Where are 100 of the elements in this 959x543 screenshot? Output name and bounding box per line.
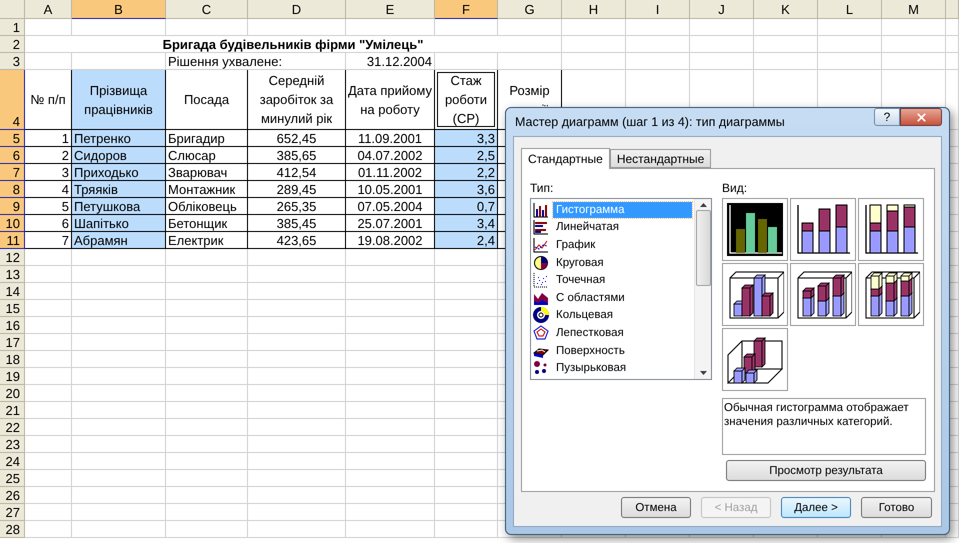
row-header[interactable]: 4 [0,70,25,130]
bar-chart-icon [533,219,549,236]
row-header[interactable]: 20 [0,385,25,402]
chart-type-option[interactable]: С областями [553,290,692,306]
column-heading: № п/п [25,70,72,130]
table-cell: 3,3 [435,130,498,147]
table-cell: Петушкова [72,198,166,215]
chart-subtype-option[interactable] [858,198,924,261]
row-header[interactable]: 26 [0,487,25,504]
column-header[interactable]: K [754,0,818,19]
table-cell: 385,65 [248,147,346,164]
column-header[interactable]: G [498,0,562,19]
row-header[interactable]: 1 [0,19,25,36]
close-button[interactable] [900,108,942,126]
row-header[interactable]: 28 [0,521,25,538]
row-header[interactable]: 18 [0,351,25,368]
table-cell: Шапітько [72,215,166,232]
row-header[interactable]: 5 [0,130,25,147]
decision-label: Рішення ухвалене: [166,53,346,70]
row-header[interactable]: 14 [0,283,25,300]
view-label: Вид: [722,181,748,195]
chart-type-option[interactable]: График [553,236,692,253]
table-cell: 2 [25,147,72,164]
table-cell: 5 [25,198,72,215]
chart-subtype-option[interactable] [790,198,856,261]
type-label: Тип: [530,181,554,195]
dialog-button[interactable]: Готово [861,497,932,518]
chart-subtype-option[interactable] [722,263,788,326]
column-header[interactable]: A [25,0,72,19]
row-header[interactable]: 23 [0,436,25,453]
chart-subtype-option[interactable] [722,328,788,391]
scrollbar[interactable] [694,199,711,379]
column-header[interactable]: L [818,0,882,19]
row-header[interactable]: 6 [0,147,25,164]
scatter-chart-icon [533,272,549,288]
chart-type-option[interactable]: Поверхность [553,342,692,359]
row-header[interactable]: 16 [0,317,25,334]
scroll-down-icon[interactable] [700,371,706,375]
row-header[interactable]: 27 [0,504,25,521]
row-header[interactable]: 7 [0,164,25,181]
column-header[interactable]: E [346,0,435,19]
column-header[interactable]: D [248,0,346,19]
row-header[interactable]: 11 [0,232,25,249]
table-cell: 07.05.2004 [346,198,435,215]
help-button[interactable]: ? [874,108,900,126]
chart-type-option[interactable]: Кольцевая [553,307,692,324]
row-header[interactable]: 25 [0,470,25,487]
preview-button[interactable]: Просмотр результата [726,460,926,481]
row-header[interactable]: 15 [0,300,25,317]
chart-type-option[interactable]: Лепестковая [553,324,692,341]
row-header[interactable]: 10 [0,215,25,232]
row-header[interactable]: 21 [0,402,25,419]
row-header[interactable]: 24 [0,453,25,470]
chart-type-option[interactable]: Линейчатая [553,219,692,236]
chart-subtype-option[interactable] [858,263,924,326]
table-cell: 04.07.2002 [346,147,435,164]
row-header[interactable]: 12 [0,249,25,266]
column-header[interactable]: I [626,0,690,19]
chart-subtype-option[interactable] [790,263,856,326]
column-header[interactable]: J [690,0,754,19]
column-chart-icon [533,202,549,218]
column-header[interactable]: M [882,0,946,19]
chart-type-option[interactable]: Точечная [553,272,692,288]
table-cell: 10.05.2001 [346,181,435,198]
dialog-button[interactable]: Отмена [621,497,691,518]
chart-type-option[interactable]: Пузырьковая [553,360,692,376]
bubble-chart-icon [533,360,549,376]
tab[interactable]: Нестандартные [610,149,712,168]
scroll-up-icon[interactable] [700,203,706,207]
table-cell: Сидоров [72,147,166,164]
table-cell: 25.07.2001 [346,215,435,232]
row-header[interactable]: 8 [0,181,25,198]
row-header[interactable]: 13 [0,266,25,283]
scroll-thumb[interactable] [696,210,710,286]
table-cell: 2,2 [435,164,498,181]
table-cell: Абрамян [72,232,166,249]
table-cell: 6 [25,215,72,232]
column-header[interactable]: B [72,0,166,19]
table-cell: 3,4 [435,215,498,232]
column-header[interactable]: H [562,0,626,19]
row-header[interactable]: 22 [0,419,25,436]
table-cell: Бригадир [166,130,248,147]
table-cell: Монтажник [166,181,248,198]
table-cell: 01.11.2002 [346,164,435,181]
description-text: Обычная гистограмма отображает значения различных категорий. [722,398,926,455]
table-cell: 385,45 [248,215,346,232]
tab[interactable]: Стандартные [521,148,610,169]
pie-chart-icon [533,254,549,271]
row-header[interactable]: 19 [0,368,25,385]
row-header[interactable]: 3 [0,53,25,70]
row-header[interactable]: 17 [0,334,25,351]
dialog-button[interactable]: Далее > [781,497,851,518]
chart-type-option[interactable]: Круговая [553,254,692,271]
table-cell: Приходько [72,164,166,181]
column-header[interactable]: F [435,0,498,19]
row-header[interactable]: 2 [0,36,25,53]
column-header[interactable]: C [166,0,248,19]
doughnut-chart-icon [533,307,549,324]
chart-subtype-option[interactable] [722,198,788,261]
row-header[interactable]: 9 [0,198,25,215]
